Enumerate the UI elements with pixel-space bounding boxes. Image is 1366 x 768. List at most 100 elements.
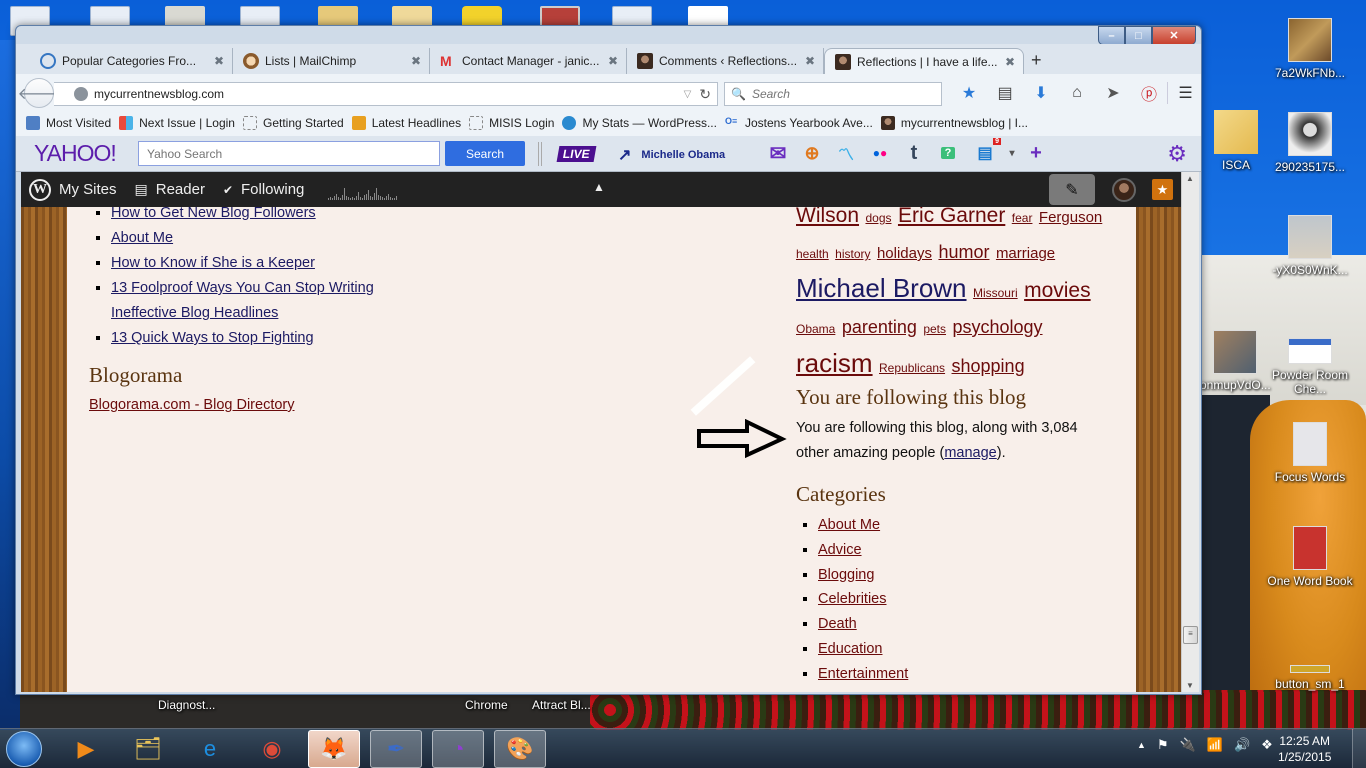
- category-link[interactable]: Celebrities: [818, 591, 887, 607]
- bookmark-most-visited[interactable]: Most Visited: [26, 116, 111, 130]
- flickr-icon[interactable]: ● ●: [863, 142, 897, 164]
- recent-post-link[interactable]: 13 Quick Ways to Stop Fighting: [111, 330, 314, 346]
- collapse-bar-icon[interactable]: ▲: [593, 180, 605, 194]
- write-post-button[interactable]: ✎: [1049, 174, 1095, 205]
- minimize-button[interactable]: –: [1098, 26, 1125, 45]
- yahoo-live-button[interactable]: LIVE: [556, 146, 597, 162]
- network-signal-icon[interactable]: 📶: [1207, 737, 1223, 753]
- action-center-flag-icon[interactable]: ⚑: [1157, 737, 1169, 753]
- desktop-icon-image-1[interactable]: 7a2WkFNb...: [1265, 18, 1355, 80]
- tumblr-icon[interactable]: t: [897, 142, 931, 164]
- blogorama-link[interactable]: Blogorama.com - Blog Directory: [89, 397, 295, 413]
- tag-link[interactable]: Republicans: [879, 361, 945, 375]
- news-dropdown-icon[interactable]: ▾: [1005, 142, 1019, 164]
- reading-list-icon[interactable]: ▤: [987, 82, 1023, 104]
- bookmark-star-icon[interactable]: ★: [951, 82, 987, 104]
- desktop-icon-powder-room[interactable]: Powder Room Che...: [1265, 338, 1355, 396]
- bookmark-next-issue[interactable]: Next Issue | Login: [119, 116, 235, 130]
- settings-gear-icon[interactable]: ⚙: [1167, 141, 1187, 167]
- recent-post-link[interactable]: About Me: [111, 230, 173, 246]
- scroll-up-arrow-icon[interactable]: ▲: [1186, 174, 1194, 183]
- tag-link[interactable]: Missouri: [973, 286, 1018, 300]
- close-tab-icon[interactable]: ✖: [805, 54, 815, 68]
- recent-post-link[interactable]: How to Know if She is a Keeper: [111, 255, 315, 271]
- taskbar-writer-button[interactable]: ✒: [370, 730, 422, 768]
- taskbar-firefox-button[interactable]: 🦊: [308, 730, 360, 768]
- notifications-star-icon[interactable]: ★: [1152, 179, 1173, 200]
- browser-search-input[interactable]: [751, 87, 932, 101]
- close-tab-icon[interactable]: ✖: [411, 54, 421, 68]
- tag-link[interactable]: fear: [1012, 211, 1033, 225]
- desktop-icon-image-3[interactable]: -yX0S0WnK...: [1265, 215, 1355, 277]
- taskbar-picasa-button[interactable]: ◔: [432, 730, 484, 768]
- finance-chart-icon[interactable]: 〽: [829, 142, 863, 164]
- answers-icon[interactable]: ?: [931, 142, 965, 164]
- show-desktop-button[interactable]: [1352, 729, 1366, 768]
- close-tab-icon[interactable]: ✖: [608, 54, 618, 68]
- close-tab-icon[interactable]: ✖: [1005, 55, 1015, 69]
- tag-link[interactable]: psychology: [952, 317, 1042, 337]
- new-tab-button[interactable]: +: [1031, 50, 1042, 71]
- tag-link[interactable]: marriage: [996, 245, 1055, 262]
- send-icon[interactable]: ➤: [1095, 82, 1131, 104]
- user-avatar[interactable]: [1112, 178, 1136, 202]
- add-feed-icon[interactable]: +: [1019, 142, 1053, 164]
- menu-icon[interactable]: ☰: [1167, 82, 1201, 104]
- pinterest-icon[interactable]: ⓟ: [1131, 82, 1167, 104]
- history-dropdown-icon[interactable]: ▽: [684, 89, 692, 100]
- bookmark-latest-headlines[interactable]: Latest Headlines: [351, 116, 461, 130]
- show-hidden-icons-icon[interactable]: ▲: [1137, 740, 1146, 750]
- tab-popular-categories[interactable]: Popular Categories Fro... ✖: [30, 48, 233, 74]
- recent-post-link[interactable]: How to Get New Blog Followers: [111, 207, 316, 221]
- bookmark-getting-started[interactable]: Getting Started: [242, 116, 344, 130]
- my-sites-menu[interactable]: W My Sites: [21, 178, 117, 201]
- volume-icon[interactable]: 🔊: [1234, 737, 1250, 753]
- taskbar-internet-explorer-button[interactable]: e: [184, 730, 236, 768]
- yahoo-logo[interactable]: YAHOO!: [34, 140, 117, 167]
- reader-menu[interactable]: ▤ Reader: [135, 181, 205, 198]
- home-icon[interactable]: ⌂: [1059, 82, 1095, 104]
- scrollbar-thumb[interactable]: ≡: [1183, 626, 1198, 644]
- yahoo-search-input[interactable]: [138, 141, 440, 166]
- following-menu[interactable]: ✔ Following: [223, 181, 304, 198]
- tab-comments-reflections[interactable]: Comments ‹ Reflections... ✖: [627, 48, 824, 74]
- close-tab-icon[interactable]: ✖: [214, 54, 224, 68]
- category-link[interactable]: Entertainment: [818, 666, 908, 682]
- tag-link[interactable]: Wilson: [796, 207, 859, 227]
- browser-search-box[interactable]: 🔍: [724, 82, 942, 106]
- tag-link[interactable]: pets: [923, 322, 946, 336]
- tag-link[interactable]: Eric Garner: [898, 207, 1005, 227]
- mail-icon[interactable]: ✉: [761, 142, 795, 165]
- url-text[interactable]: mycurrentnewsblog.com: [94, 87, 684, 101]
- desktop-icon-label-chrome[interactable]: Chrome: [465, 698, 508, 712]
- tag-link[interactable]: racism: [796, 348, 873, 378]
- bookmark-misis-login[interactable]: MISIS Login: [469, 116, 554, 130]
- desktop-icon-one-word-book[interactable]: One Word Book: [1265, 526, 1355, 588]
- bookmark-my-stats[interactable]: My Stats — WordPress...: [562, 116, 717, 130]
- desktop-icon-label-diagnostics[interactable]: Diagnost...: [158, 698, 215, 712]
- power-plug-icon[interactable]: 🔌: [1180, 737, 1196, 753]
- scroll-down-arrow-icon[interactable]: ▼: [1186, 681, 1194, 690]
- back-button[interactable]: 🡐: [18, 78, 60, 108]
- category-link[interactable]: Blogging: [818, 567, 874, 583]
- tag-link[interactable]: history: [835, 247, 870, 261]
- tab-mailchimp[interactable]: Lists | MailChimp ✖: [233, 48, 430, 74]
- system-clock[interactable]: 12:25 AM 1/25/2015: [1278, 733, 1331, 765]
- tag-link[interactable]: shopping: [952, 356, 1025, 376]
- recent-post-link[interactable]: 13 Foolproof Ways You Can Stop Writing I…: [111, 280, 374, 321]
- tag-link[interactable]: holidays: [877, 245, 932, 262]
- page-scrollbar[interactable]: ▲ ≡ ▼: [1181, 172, 1199, 692]
- desktop-icon-focus-words[interactable]: Focus Words: [1265, 422, 1355, 484]
- taskbar-windows-explorer-button[interactable]: 🗂: [122, 730, 174, 768]
- taskbar-chrome-button[interactable]: ◉: [246, 730, 298, 768]
- tag-link[interactable]: Michael Brown: [796, 273, 967, 303]
- sports-basketball-icon[interactable]: ⊕: [795, 142, 829, 164]
- yahoo-search-button[interactable]: Search: [445, 141, 525, 166]
- trending-topic[interactable]: ↗ Michelle Obama: [618, 145, 725, 165]
- reload-icon[interactable]: ↻: [699, 86, 711, 103]
- tag-link[interactable]: parenting: [842, 317, 917, 337]
- stats-sparkline[interactable]: [328, 180, 398, 200]
- tag-link[interactable]: movies: [1024, 279, 1091, 302]
- taskbar-windows-media-player-button[interactable]: ▶: [60, 730, 112, 768]
- category-link[interactable]: Education: [818, 641, 883, 657]
